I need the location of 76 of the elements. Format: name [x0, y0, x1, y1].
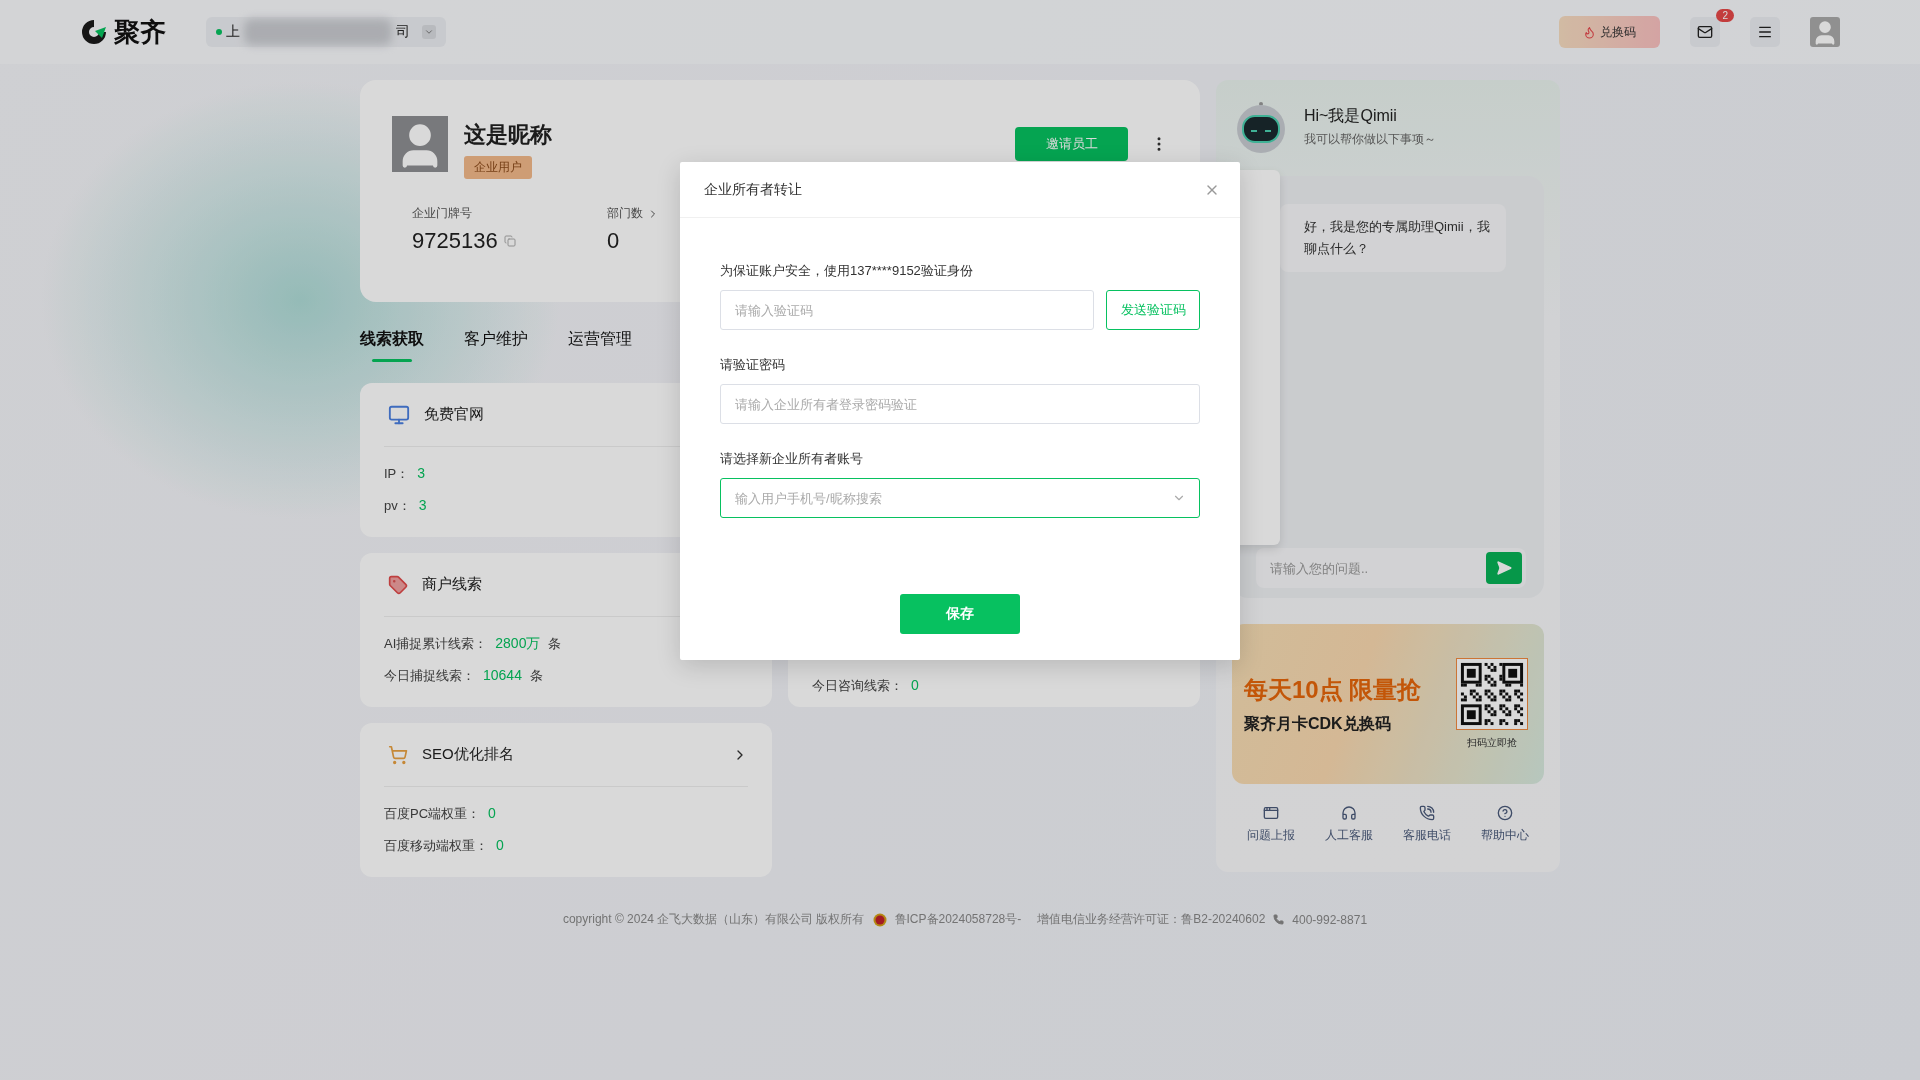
- menu-button[interactable]: [1750, 17, 1780, 47]
- assistant-greeting: Hi~我是Qimii: [1304, 106, 1398, 126]
- chat-message: 好，我是您的专属助理Qimii，我 聊点什么？: [1280, 204, 1506, 272]
- dialog-title: 企业所有者转让: [704, 180, 802, 199]
- field-label: 为保证账户安全，使用137****9152验证身份: [720, 262, 974, 280]
- metric-label: 今日咨询线索：: [812, 677, 903, 695]
- metric-value: 0: [911, 677, 919, 693]
- nickname: 这是昵称: [464, 121, 552, 149]
- cart-icon: [388, 744, 408, 765]
- menu-icon: [1757, 24, 1773, 40]
- send-icon: [1496, 560, 1512, 576]
- input-field[interactable]: 请输入企业所有者登录密码验证: [720, 384, 1200, 424]
- robot-avatar: [1236, 100, 1286, 154]
- metric-label: AI捕捉累计线索：: [384, 635, 488, 653]
- metric-label: IP：: [384, 465, 410, 483]
- metric-unit: 条: [548, 635, 562, 653]
- copyright-text: copyright © 2024 企飞大数据（山东）有限公司 版权所有: [562, 911, 865, 928]
- metric-value: 3: [418, 497, 427, 513]
- assistant-subtitle: 我可以帮你做以下事项～: [1304, 131, 1436, 148]
- redeem-button[interactable]: 兑换码: [1559, 16, 1660, 48]
- license-text: 增值电信业务经营许可证：鲁B2-20240602: [1037, 911, 1266, 928]
- profile-avatar: [392, 116, 448, 172]
- metric-label: 百度PC端权重：: [384, 805, 481, 823]
- metric-label: pv：: [384, 497, 411, 515]
- metric-label: 百度移动端权重：: [384, 837, 488, 855]
- chat-input[interactable]: 请输入您的问题..: [1256, 548, 1526, 588]
- card-title: 商户线索: [422, 575, 483, 594]
- metric-value: 0: [488, 805, 496, 821]
- metric-label: 今日捕捉线索：: [384, 667, 475, 685]
- metric-value: 0: [496, 837, 504, 853]
- caret-icon: [424, 27, 434, 37]
- window-icon: [1263, 805, 1279, 821]
- phone-icon: [1273, 914, 1285, 925]
- monitor-icon: [388, 403, 410, 426]
- stat-label[interactable]: 部门数: [607, 205, 643, 222]
- tab[interactable]: 运营管理: [568, 321, 632, 358]
- notification-badge: 2: [1716, 9, 1734, 22]
- field-label: 请验证密码: [720, 356, 786, 374]
- send-button[interactable]: [1486, 552, 1522, 584]
- flame-icon: [1583, 25, 1596, 39]
- stat-value: 0: [607, 228, 620, 254]
- question-input[interactable]: 请输入您的问题..: [1268, 559, 1486, 577]
- stat-value: 9725136: [412, 228, 498, 254]
- phone-icon: [1419, 805, 1435, 821]
- card-title: 免费官网: [424, 405, 485, 424]
- input-field[interactable]: 请输入验证码: [720, 290, 1094, 330]
- icp-link[interactable]: 鲁ICP备2024058728号-: [894, 911, 1022, 928]
- logo-icon: [80, 18, 108, 46]
- metric-unit: 条: [529, 667, 543, 685]
- shortcut-button[interactable]: 问题上报: [1232, 804, 1310, 845]
- company-selector[interactable]: 上 司: [206, 17, 446, 47]
- help-icon: [1497, 805, 1513, 821]
- shortcut-button[interactable]: 人工客服: [1310, 804, 1388, 845]
- account-select[interactable]: 输入用户手机号/昵称搜索: [720, 478, 1200, 518]
- logo-text: 聚齐: [114, 15, 166, 49]
- user-type-badge: 企业用户: [464, 156, 532, 179]
- field-label: 请选择新企业所有者账号: [720, 450, 864, 468]
- emblem-icon: [872, 912, 887, 927]
- qr-code: [1456, 658, 1528, 730]
- mail-button[interactable]: [1690, 17, 1720, 47]
- headset-icon: [1341, 805, 1357, 821]
- promo-subline: 聚齐月卡CDK兑换码: [1244, 713, 1392, 734]
- metric-value: 10644: [483, 667, 522, 683]
- promo-banner[interactable]: 每天10点 限量抢 聚齐月卡CDK兑换码 扫码立即抢: [1232, 624, 1544, 784]
- shortcut-button[interactable]: 帮助中心: [1466, 804, 1544, 845]
- shortcut-button[interactable]: 客服电话: [1388, 804, 1466, 845]
- metric-value: 2800万: [495, 635, 541, 653]
- promo-headline: 每天10点 限量抢: [1244, 674, 1423, 705]
- mail-icon: [1697, 24, 1713, 40]
- metric-value: 3: [417, 465, 426, 481]
- phone-number: 400-992-8871: [1292, 912, 1368, 927]
- qr-caption: 扫码立即抢: [1467, 736, 1517, 750]
- tab[interactable]: 客户维护: [464, 321, 528, 358]
- card-title: SEO优化排名: [422, 745, 515, 764]
- tag-icon: [388, 574, 408, 595]
- stat-label: 企业门牌号: [412, 205, 472, 222]
